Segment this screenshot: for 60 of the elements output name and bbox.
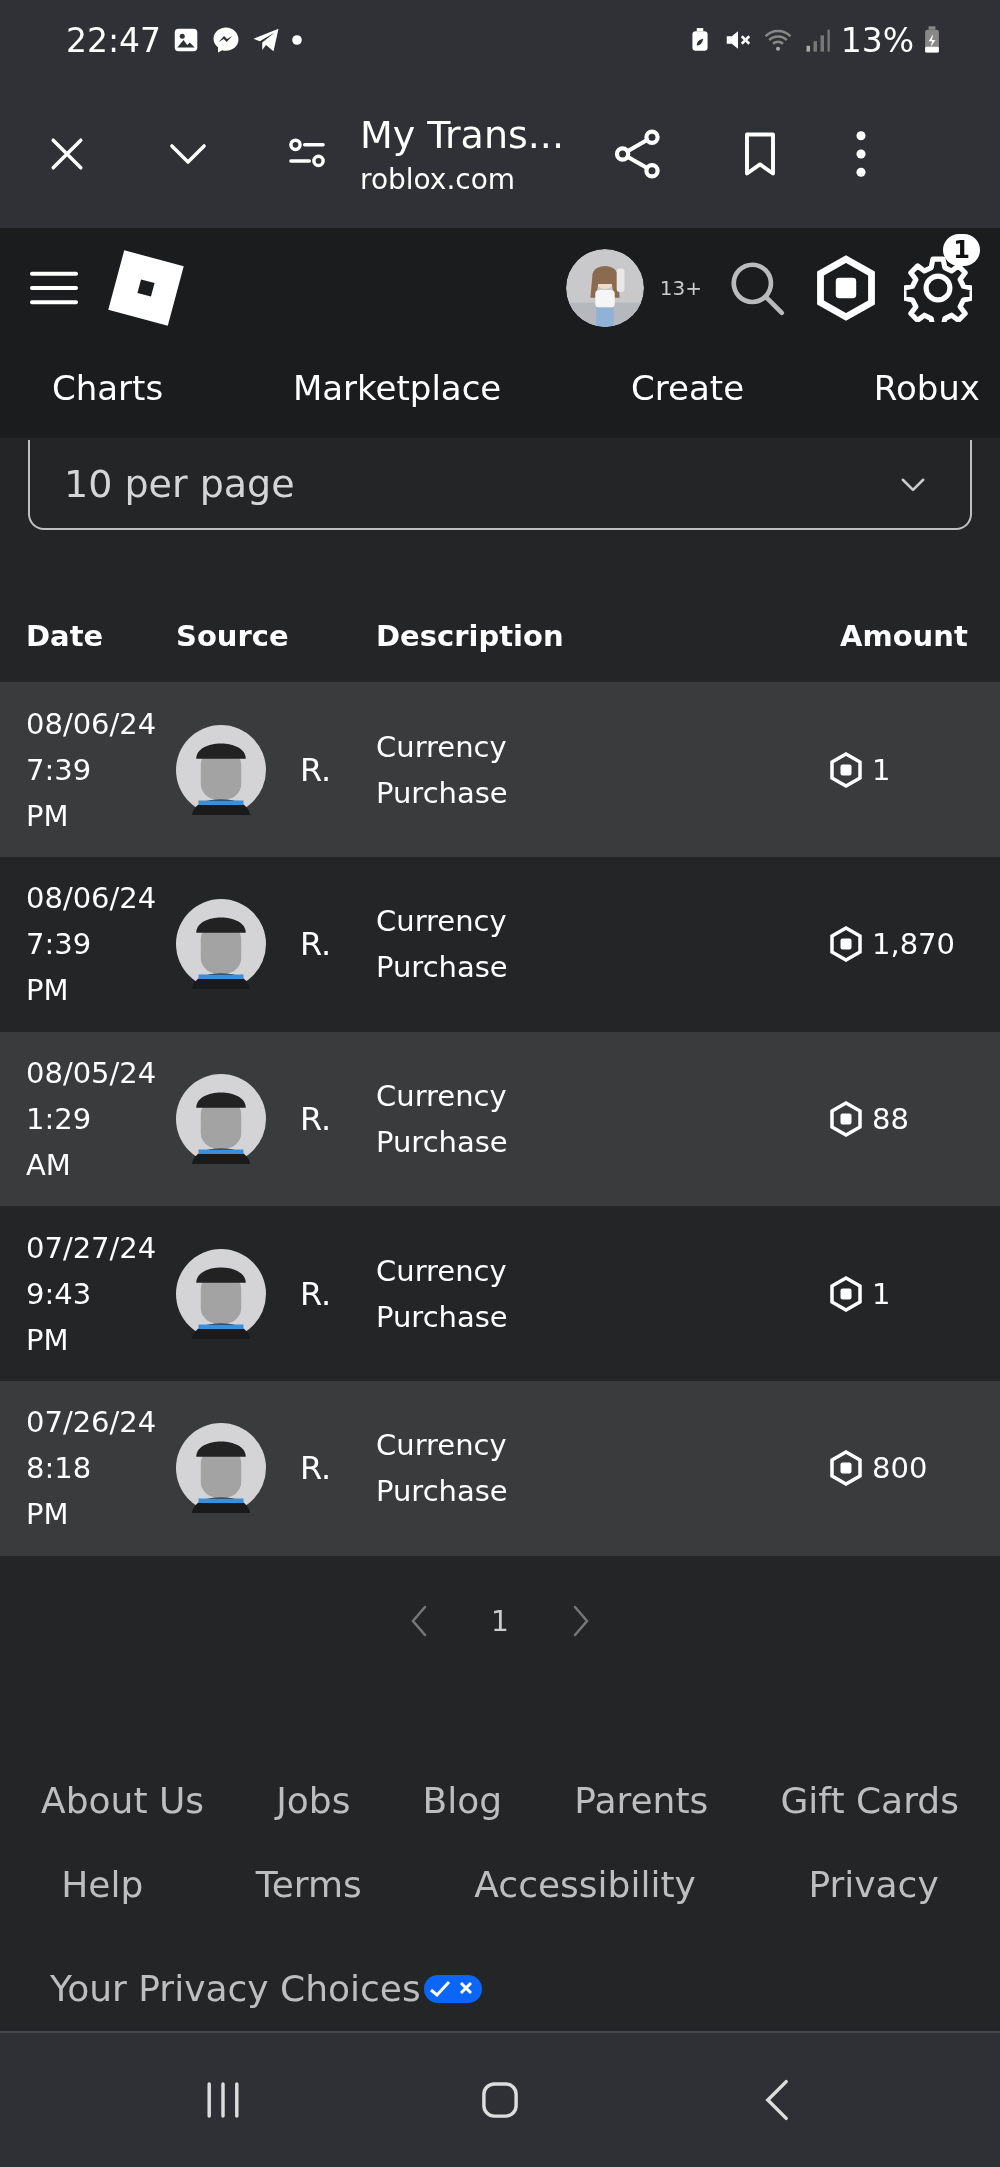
avatar-icon bbox=[176, 1074, 266, 1165]
date-text: 08/06/24 bbox=[26, 705, 158, 743]
page-size-dropdown[interactable]: 10 per page bbox=[28, 440, 972, 531]
nav-link[interactable]: Charts bbox=[52, 368, 164, 408]
column-header: Date bbox=[26, 619, 105, 654]
dot-icon bbox=[291, 34, 304, 46]
time-text: 1:29 AM bbox=[26, 1101, 93, 1185]
time-text: 8:18 PM bbox=[26, 1450, 93, 1534]
time-text: 9:43 PM bbox=[26, 1275, 93, 1359]
battery-icon bbox=[924, 25, 940, 55]
nav-link[interactable]: Create bbox=[631, 368, 745, 408]
source-name: R. bbox=[300, 749, 332, 791]
footer-link[interactable]: Parents bbox=[574, 1759, 709, 1843]
date-text: 07/27/24 bbox=[26, 1229, 158, 1267]
footer-link[interactable]: Privacy bbox=[808, 1843, 939, 1927]
footer-link[interactable]: Jobs bbox=[276, 1759, 351, 1843]
column-header: Description bbox=[376, 619, 565, 654]
avatar-icon bbox=[176, 1423, 266, 1514]
footer-link[interactable]: Your Privacy Choices bbox=[50, 1947, 421, 2031]
description-text: Currency Purchase bbox=[376, 1078, 509, 1162]
notification-badge: 1 bbox=[943, 234, 980, 266]
page-url: roblox.com bbox=[360, 162, 517, 196]
description-text: Currency Purchase bbox=[376, 1252, 509, 1336]
nav-link[interactable]: Robux bbox=[873, 368, 980, 408]
clock-time: 22:47 bbox=[66, 20, 162, 60]
date-text: 08/06/24 bbox=[26, 880, 158, 918]
description-text: Currency Purchase bbox=[376, 1427, 509, 1511]
battery-percent: 13% bbox=[840, 20, 914, 60]
footer-link[interactable]: About Us bbox=[41, 1759, 205, 1843]
nav-link[interactable]: Marketplace bbox=[292, 368, 502, 408]
date-text: 08/05/24 bbox=[26, 1055, 158, 1093]
page-number: 1 bbox=[491, 1604, 509, 1638]
time-text: 7:39 PM bbox=[26, 751, 93, 835]
time-text: 7:39 PM bbox=[26, 926, 93, 1010]
amount-text: 1,870 bbox=[872, 926, 956, 964]
source-name: R. bbox=[300, 1099, 332, 1141]
footer-link[interactable]: Accessibility bbox=[474, 1843, 696, 1927]
avatar-icon bbox=[176, 899, 266, 990]
footer-link[interactable]: Gift Cards bbox=[780, 1759, 959, 1843]
footer-link[interactable]: Help bbox=[61, 1843, 144, 1927]
description-text: Currency Purchase bbox=[376, 903, 509, 987]
amount-text: 1 bbox=[872, 751, 891, 789]
more-icon[interactable] bbox=[854, 128, 868, 180]
privacy-toggle-icon bbox=[422, 1974, 483, 2004]
column-header: Source bbox=[176, 619, 290, 654]
column-header: Amount bbox=[840, 619, 969, 654]
footer-link[interactable]: Blog bbox=[422, 1759, 503, 1843]
date-text: 07/26/24 bbox=[26, 1404, 158, 1442]
footer-link[interactable]: Terms bbox=[255, 1843, 362, 1927]
age-label: 13+ bbox=[659, 276, 702, 300]
avatar-icon bbox=[176, 1248, 266, 1339]
source-name: R. bbox=[300, 1273, 332, 1315]
amount-text: 1 bbox=[872, 1275, 891, 1313]
source-name: R. bbox=[300, 1448, 332, 1490]
amount-text: 88 bbox=[872, 1101, 909, 1139]
source-name: R. bbox=[300, 924, 332, 966]
amount-text: 800 bbox=[872, 1450, 928, 1488]
description-text: Currency Purchase bbox=[376, 728, 509, 812]
page-title: My Trans... bbox=[360, 112, 565, 157]
avatar-icon bbox=[176, 724, 266, 815]
